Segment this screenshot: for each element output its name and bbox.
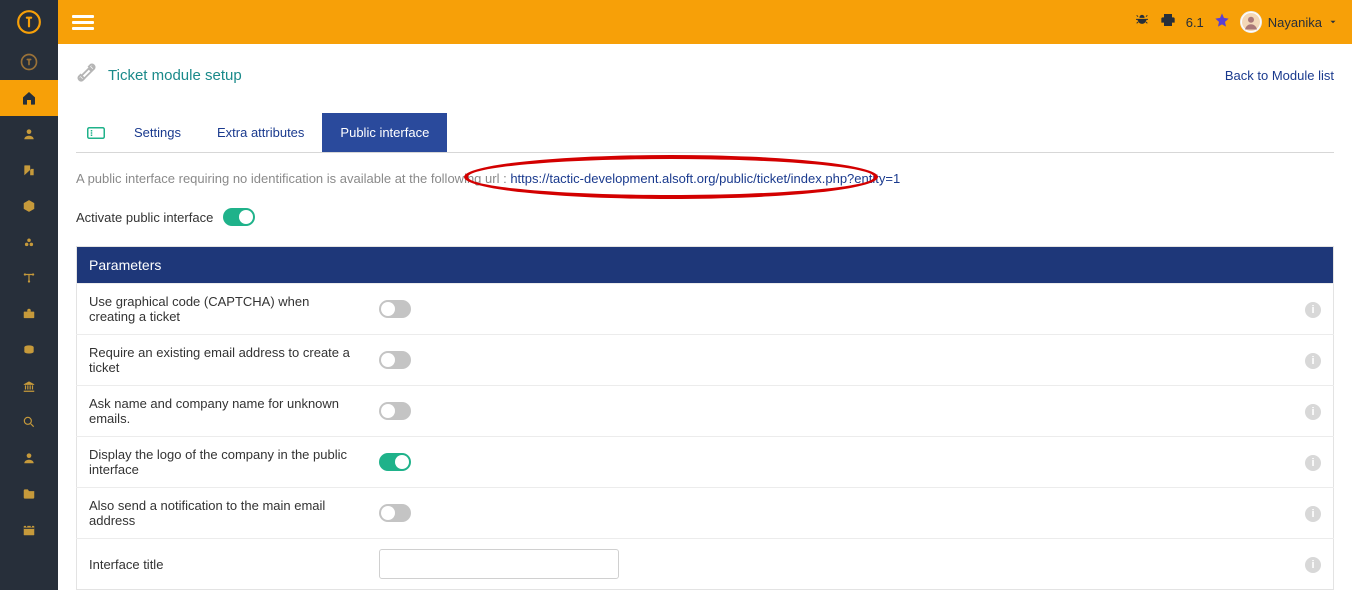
nav-network[interactable] — [0, 260, 58, 296]
nav-bugs[interactable] — [0, 224, 58, 260]
left-sidebar — [0, 0, 58, 590]
info-icon[interactable]: i — [1305, 404, 1321, 420]
activate-row: Activate public interface — [76, 208, 1334, 226]
param-control-cell — [367, 284, 1294, 335]
param-label: Use graphical code (CAPTCHA) when creati… — [77, 284, 367, 335]
avatar — [1240, 11, 1262, 33]
param-toggle[interactable] — [379, 351, 411, 369]
menu-toggle-button[interactable] — [72, 12, 94, 33]
nav-hrm[interactable] — [0, 440, 58, 476]
param-info-cell: i — [1293, 335, 1334, 386]
tab-indicator-icon — [76, 113, 116, 152]
nav-companies[interactable] — [0, 152, 58, 188]
user-name: Nayanika — [1268, 15, 1322, 30]
table-row: Ask name and company name for unknown em… — [77, 386, 1334, 437]
parameters-table: Parameters Use graphical code (CAPTCHA) … — [76, 246, 1334, 590]
star-icon[interactable] — [1214, 12, 1230, 33]
table-row: Use graphical code (CAPTCHA) when creati… — [77, 284, 1334, 335]
version-label: 6.1 — [1186, 15, 1204, 30]
param-label: Ask name and company name for unknown em… — [77, 386, 367, 437]
nav-products[interactable] — [0, 188, 58, 224]
print-icon[interactable] — [1160, 12, 1176, 33]
app-logo-secondary — [0, 44, 58, 80]
tab-settings[interactable]: Settings — [116, 113, 199, 152]
param-toggle[interactable] — [379, 453, 411, 471]
bug-icon[interactable] — [1134, 12, 1150, 33]
param-control-cell — [367, 539, 1294, 590]
table-row: Interface title i — [77, 539, 1334, 590]
nav-search[interactable] — [0, 404, 58, 440]
user-menu[interactable]: Nayanika — [1240, 11, 1338, 33]
param-info-cell: i — [1293, 284, 1334, 335]
page-header: Ticket module setup Back to Module list — [76, 62, 1334, 89]
nav-documents[interactable] — [0, 476, 58, 512]
nav-billing[interactable] — [0, 332, 58, 368]
param-toggle[interactable] — [379, 300, 411, 318]
tab-extra-attributes[interactable]: Extra attributes — [199, 113, 322, 152]
param-label: Display the logo of the company in the p… — [77, 437, 367, 488]
info-icon[interactable]: i — [1305, 302, 1321, 318]
info-icon[interactable]: i — [1305, 557, 1321, 573]
topbar: 6.1 Nayanika — [58, 0, 1352, 44]
info-icon[interactable]: i — [1305, 506, 1321, 522]
param-info-cell: i — [1293, 539, 1334, 590]
info-icon[interactable]: i — [1305, 455, 1321, 471]
param-info-cell: i — [1293, 488, 1334, 539]
parameters-header: Parameters — [77, 247, 1334, 284]
public-url-link[interactable]: https://tactic-development.alsoft.org/pu… — [510, 171, 900, 186]
nav-bank[interactable] — [0, 368, 58, 404]
nav-users[interactable] — [0, 116, 58, 152]
app-logo — [0, 0, 58, 44]
param-label: Require an existing email address to cre… — [77, 335, 367, 386]
param-control-cell — [367, 335, 1294, 386]
nav-commerce[interactable] — [0, 296, 58, 332]
param-control-cell — [367, 437, 1294, 488]
info-icon[interactable]: i — [1305, 353, 1321, 369]
tools-icon — [76, 62, 98, 89]
param-text-input[interactable] — [379, 549, 619, 579]
tabs: Settings Extra attributes Public interfa… — [76, 113, 1334, 153]
param-toggle[interactable] — [379, 504, 411, 522]
param-label: Also send a notification to the main ema… — [77, 488, 367, 539]
intro-text: A public interface requiring no identifi… — [76, 171, 1334, 186]
param-info-cell: i — [1293, 386, 1334, 437]
nav-agenda[interactable] — [0, 512, 58, 548]
back-to-module-link[interactable]: Back to Module list — [1225, 68, 1334, 83]
sidebar-nav — [0, 80, 58, 548]
table-row: Also send a notification to the main ema… — [77, 488, 1334, 539]
tab-public-interface[interactable]: Public interface — [322, 113, 447, 152]
nav-home[interactable] — [0, 80, 58, 116]
chevron-down-icon — [1328, 17, 1338, 27]
param-control-cell — [367, 488, 1294, 539]
main-content: Ticket module setup Back to Module list … — [58, 44, 1352, 590]
param-toggle[interactable] — [379, 402, 411, 420]
activate-toggle[interactable] — [223, 208, 255, 226]
param-control-cell — [367, 386, 1294, 437]
page-title: Ticket module setup — [108, 67, 242, 84]
table-row: Display the logo of the company in the p… — [77, 437, 1334, 488]
param-label: Interface title — [77, 539, 367, 590]
table-row: Require an existing email address to cre… — [77, 335, 1334, 386]
param-info-cell: i — [1293, 437, 1334, 488]
activate-label: Activate public interface — [76, 210, 213, 225]
intro-prefix: A public interface requiring no identifi… — [76, 171, 510, 186]
